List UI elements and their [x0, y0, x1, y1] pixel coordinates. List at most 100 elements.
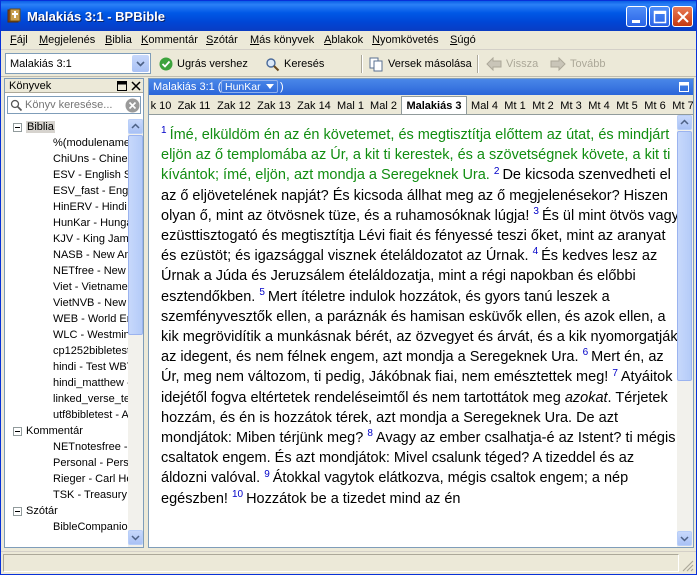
scroll-up-button[interactable] — [677, 115, 692, 130]
dock-window-icon[interactable] — [117, 81, 127, 91]
collapse-icon[interactable] — [13, 506, 22, 516]
tree-item[interactable]: hindi_matthew - — [53, 375, 128, 391]
tree-item[interactable]: ESV_fast - Engli — [53, 183, 128, 199]
tree-item[interactable]: HunKar - Hunga — [53, 215, 128, 231]
clear-search-icon[interactable] — [125, 98, 140, 113]
menu-commentary[interactable]: Kommentár — [141, 34, 198, 46]
menu-dictionary[interactable]: Szótár — [206, 34, 238, 46]
chapter-tab[interactable]: Mt 1 — [502, 98, 528, 114]
chapter-tab[interactable]: Mt 6 — [642, 98, 668, 114]
menu-help[interactable]: Súgó — [450, 34, 476, 46]
tree-item[interactable]: HinERV - Hindi E — [53, 199, 128, 215]
tree-item[interactable]: utf8bibletest - A — [53, 407, 128, 423]
tree-item[interactable]: hindi - Test WBT — [53, 359, 128, 375]
verse-number[interactable]: 6 — [583, 347, 589, 358]
chapter-tab[interactable]: Malakiás 3 — [401, 96, 467, 114]
tree-item[interactable]: Rieger - Carl He — [53, 471, 128, 487]
tree-item[interactable]: NETnotesfree - — [53, 439, 128, 455]
chapter-tab[interactable]: Mal 2 — [368, 98, 399, 114]
module-label: HunKar — [225, 81, 261, 93]
tree-item[interactable]: VietNVB - New V — [53, 295, 128, 311]
books-tree-scrollbar[interactable] — [128, 119, 143, 547]
chapter-tab[interactable]: Zak 12 — [215, 98, 253, 114]
tree-item[interactable]: Viet - Vietnames — [53, 279, 128, 295]
chapter-tab[interactable]: Zak 14 — [295, 98, 333, 114]
chapter-tab[interactable]: Zak 11 — [175, 98, 213, 114]
tree-item[interactable]: cp1252bibletest — [53, 343, 128, 359]
book-search-input[interactable] — [25, 98, 121, 112]
verse-number[interactable]: 9 — [264, 469, 270, 480]
chapter-tab[interactable]: Zak 13 — [255, 98, 293, 114]
tree-group[interactable]: Biblia — [13, 119, 55, 135]
tree-item[interactable]: Personal - Perso — [53, 455, 128, 471]
copy-verses-button[interactable]: Versek másolása — [369, 54, 472, 74]
verse[interactable]: 10 Hozzátok be a tizedet mind az én — [232, 489, 461, 506]
verse-number[interactable]: 8 — [367, 428, 373, 439]
menu-other-books[interactable]: Más könyvek — [250, 34, 314, 46]
verse-number[interactable]: 1 — [161, 125, 167, 136]
collapse-icon[interactable] — [13, 426, 22, 436]
tree-item[interactable]: KJV - King Jame — [53, 231, 128, 247]
module-selector[interactable]: HunKar — [221, 80, 278, 93]
bible-text-scrollbar[interactable] — [677, 115, 693, 547]
scroll-thumb[interactable] — [128, 135, 143, 335]
tree-item[interactable]: NETfree - New I — [53, 263, 128, 279]
verse-number[interactable]: 10 — [232, 489, 243, 500]
menu-bible[interactable]: Biblia — [105, 34, 132, 46]
chapter-tab[interactable]: Mt 5 — [614, 98, 640, 114]
books-tree[interactable]: Biblia %(modulename ChiUns - Chines ESV - E… — [5, 119, 128, 547]
tree-item[interactable]: WLC - Westmins — [53, 327, 128, 343]
forward-button[interactable]: Tovább — [550, 54, 605, 74]
dock-window-icon[interactable] — [679, 82, 689, 92]
scroll-down-button[interactable] — [677, 531, 692, 546]
tree-item-label: TSK - Treasury — [53, 489, 127, 501]
menu-file[interactable]: Fájl — [10, 34, 28, 46]
tree-item[interactable]: TSK - Treasury — [53, 487, 127, 503]
verse-number[interactable]: 3 — [533, 206, 539, 217]
menu-view[interactable]: Megjelenés — [39, 34, 95, 46]
tree-item[interactable]: WEB - World En — [53, 311, 128, 327]
close-button[interactable] — [672, 6, 693, 27]
tree-item[interactable]: ChiUns - Chines — [53, 151, 128, 167]
collapse-icon[interactable] — [13, 122, 22, 132]
back-button[interactable]: Vissza — [486, 54, 538, 74]
chapter-tab[interactable]: k 10 — [149, 98, 173, 114]
chapter-tab[interactable]: Mal 4 — [469, 98, 500, 114]
book-search-box[interactable] — [7, 96, 141, 114]
tree-item[interactable]: NASB - New Am — [53, 247, 128, 263]
tree-item[interactable]: %(modulename — [53, 135, 128, 151]
verse-number[interactable]: 4 — [533, 246, 539, 257]
combobox-dropdown-button[interactable] — [132, 55, 149, 72]
scroll-thumb[interactable] — [677, 131, 692, 381]
search-button[interactable]: Keresés — [265, 54, 324, 74]
minimize-button[interactable] — [626, 6, 647, 27]
resize-grip-icon[interactable] — [682, 560, 694, 572]
tree-item[interactable]: ESV - English St — [53, 167, 128, 183]
verse-number[interactable]: 7 — [612, 368, 618, 379]
tree-group[interactable]: Szótár — [13, 503, 58, 519]
menu-trace[interactable]: Nyomkövetés — [372, 34, 439, 46]
goto-verse-button[interactable]: Ugrás vershez — [159, 54, 248, 74]
tree-group[interactable]: Kommentár — [13, 423, 83, 439]
scroll-up-button[interactable] — [128, 119, 143, 134]
tree-item-label: HunKar - Hunga — [53, 217, 128, 229]
reference-combobox[interactable]: Malakiás 3:1 — [5, 53, 151, 74]
chapter-tab[interactable]: Mt 7 — [670, 98, 693, 114]
menu-windows[interactable]: Ablakok — [324, 34, 363, 46]
minimize-icon — [632, 20, 640, 23]
chapter-tab[interactable]: Mt 3 — [558, 98, 584, 114]
verse-number[interactable]: 5 — [259, 287, 265, 298]
maximize-button[interactable] — [649, 6, 670, 27]
scroll-down-button[interactable] — [128, 530, 143, 545]
arrow-right-icon — [550, 57, 566, 71]
tree-item[interactable]: linked_verse_te — [53, 391, 128, 407]
tree-item[interactable]: BibleCompanion — [53, 519, 128, 535]
tree-item-label: Viet - Vietnames — [53, 281, 128, 293]
close-pane-icon[interactable] — [131, 81, 141, 91]
title-bar[interactable]: Malakiás 3:1 - BPBible — [1, 1, 696, 31]
chapter-tab[interactable]: Mt 4 — [586, 98, 612, 114]
chapter-tab[interactable]: Mt 2 — [530, 98, 556, 114]
verse-number[interactable]: 2 — [494, 166, 500, 177]
chevron-down-icon — [136, 61, 145, 67]
chapter-tab[interactable]: Mal 1 — [335, 98, 366, 114]
